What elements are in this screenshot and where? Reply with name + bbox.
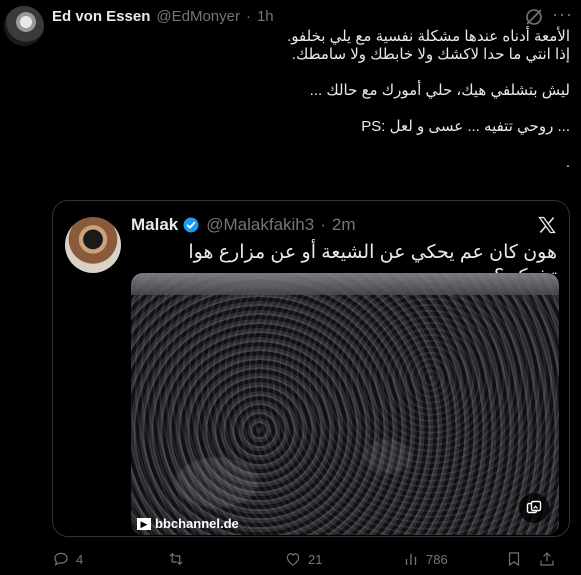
- quote-author-name[interactable]: Malak: [131, 215, 178, 235]
- tweet-line: الأمعة أدناه عندها مشكلة نفسية مع يلي بخ…: [287, 28, 570, 45]
- separator: ·: [320, 215, 326, 234]
- tweet-line: ليش بتشلفي هيك، حلي أمورك مع حالك ...: [309, 82, 570, 99]
- video-watermark: ▶ bbchannel.de: [137, 516, 239, 531]
- watermark-logo: ▶: [137, 517, 151, 530]
- view-count: 786: [426, 551, 448, 567]
- share-icon: [540, 552, 554, 566]
- tweet-line: [52, 136, 570, 154]
- tweet-line: [52, 100, 570, 118]
- views-button[interactable]: 786: [402, 550, 448, 568]
- share-button[interactable]: [538, 550, 556, 568]
- grok-icon[interactable]: [524, 7, 544, 27]
- media-grid-icon: [526, 500, 542, 514]
- bookmark-icon: [508, 552, 520, 567]
- bookmark-button[interactable]: [505, 550, 523, 568]
- tweet-text: الأمعة أدناه عندها مشكلة نفسية مع يلي بخ…: [52, 28, 570, 172]
- tweet-line: [52, 64, 570, 82]
- quote-author-handle[interactable]: @Malakfakih3: [206, 215, 314, 235]
- quoted-tweet[interactable]: Malak @Malakfakih3 · 2m هون كان عم يحكي …: [52, 200, 570, 537]
- video-backdrop: [131, 273, 559, 295]
- quote-header: Malak @Malakfakih3 · 2m: [131, 215, 356, 235]
- like-button[interactable]: 21: [284, 550, 322, 568]
- quote-video[interactable]: ▶ bbchannel.de: [131, 273, 559, 535]
- tweet-line: .: [565, 154, 570, 171]
- repost-icon: [169, 552, 183, 566]
- quote-time[interactable]: 2m: [332, 215, 356, 235]
- author-avatar[interactable]: [4, 6, 44, 46]
- verified-badge-icon: [183, 217, 199, 233]
- heart-icon: [286, 553, 300, 566]
- separator: ·: [245, 8, 251, 25]
- author-handle[interactable]: @EdMonyer: [156, 8, 240, 25]
- reply-button[interactable]: 4: [52, 550, 83, 568]
- author-name[interactable]: Ed von Essen: [52, 8, 150, 25]
- tweet-line: إذا انتي ما حدا لاكشك ولا خابطك ولا سامط…: [291, 46, 570, 63]
- more-icon[interactable]: ···: [552, 5, 574, 27]
- x-logo-icon: [538, 216, 556, 234]
- watermark-text: bbchannel.de: [155, 516, 239, 531]
- tweet-time[interactable]: 1h: [257, 8, 274, 25]
- tweet-header: Ed von Essen @EdMonyer · 1h: [52, 8, 274, 25]
- quote-avatar[interactable]: [65, 217, 121, 273]
- reply-icon: [54, 552, 68, 566]
- repost-button[interactable]: [167, 550, 191, 568]
- reply-count: 4: [76, 551, 84, 567]
- tweet-line: PS: روحي تتفيه ... عسى و لعل ...: [361, 118, 570, 135]
- like-count: 21: [308, 551, 323, 567]
- media-grid-button[interactable]: [519, 493, 549, 523]
- views-icon: [405, 553, 417, 565]
- action-bar: 4 21 786: [52, 550, 571, 570]
